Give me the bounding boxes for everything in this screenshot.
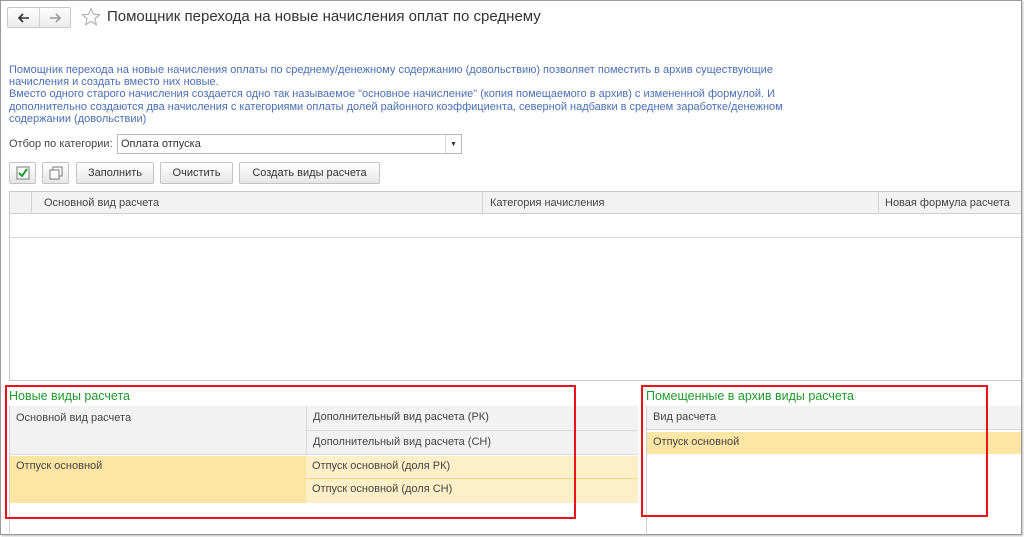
- main-table-header: Основной вид расчета Категория начислени…: [10, 192, 1021, 214]
- category-filter-select[interactable]: Оплата отпуска ▼: [117, 134, 462, 154]
- description-line: содержании (довольствии): [9, 112, 147, 125]
- table-row[interactable]: [10, 214, 1021, 238]
- arrow-left-icon: [17, 12, 29, 23]
- fill-button[interactable]: Заполнить: [76, 162, 154, 184]
- column-header[interactable]: Новая формула расчета: [881, 192, 1014, 214]
- archived-types-table: Вид расчета Отпуск основной: [646, 406, 1021, 534]
- archived-types-title: Помещенные в архив виды расчета: [646, 389, 854, 403]
- back-button[interactable]: [8, 8, 39, 27]
- column-header[interactable]: Основной вид расчета: [40, 192, 163, 214]
- title-bar: Помощник перехода на новые начисления оп…: [7, 7, 1021, 29]
- column-header[interactable]: Категория начисления: [486, 192, 609, 214]
- new-types-table: Основной вид расчета Дополнительный вид …: [9, 406, 638, 534]
- description-line: дополнительно создаются два начисления с…: [9, 100, 783, 113]
- page-title: Помощник перехода на новые начисления оп…: [107, 8, 541, 25]
- table-cell[interactable]: Отпуск основной (доля СН): [306, 479, 638, 503]
- column-separator: [31, 192, 32, 214]
- copy-icon: [49, 166, 62, 180]
- table-cell[interactable]: Отпуск основной (доля РК): [306, 456, 638, 479]
- uncheck-all-button[interactable]: [42, 162, 69, 184]
- column-separator: [878, 192, 879, 214]
- description-line: начисления и создать вместо них новые.: [9, 76, 219, 89]
- navigation-buttons: [7, 7, 71, 28]
- clear-button[interactable]: Очистить: [160, 162, 233, 184]
- description-line: Вместо одного старого начисления создает…: [9, 88, 776, 101]
- category-filter-value: Оплата отпуска: [121, 138, 201, 150]
- column-header[interactable]: Дополнительный вид расчета (СН): [306, 431, 638, 455]
- column-header[interactable]: Основной вид расчета: [10, 406, 306, 455]
- forward-button[interactable]: [39, 8, 70, 27]
- description-text: Помощник перехода на новые начисления оп…: [9, 64, 809, 125]
- check-all-button[interactable]: [9, 162, 36, 184]
- description-line: Помощник перехода на новые начисления оп…: [9, 64, 773, 76]
- window: Помощник перехода на новые начисления оп…: [0, 0, 1022, 535]
- dropdown-arrow-icon[interactable]: ▼: [445, 135, 461, 153]
- checkbox-checked-icon: [16, 166, 29, 180]
- column-header[interactable]: Дополнительный вид расчета (РК): [306, 406, 638, 431]
- arrow-right-icon: [50, 12, 61, 23]
- create-types-button[interactable]: Создать виды расчета: [239, 162, 380, 184]
- table-cell[interactable]: Отпуск основной: [10, 456, 306, 503]
- category-filter-label: Отбор по категории:: [9, 138, 113, 150]
- main-table: Основной вид расчета Категория начислени…: [9, 191, 1021, 381]
- column-header[interactable]: Вид расчета: [647, 406, 1021, 430]
- new-types-title: Новые виды расчета: [9, 389, 131, 403]
- column-separator: [482, 192, 483, 214]
- table-cell[interactable]: Отпуск основной: [647, 432, 1021, 454]
- favorite-star-icon[interactable]: [81, 7, 101, 30]
